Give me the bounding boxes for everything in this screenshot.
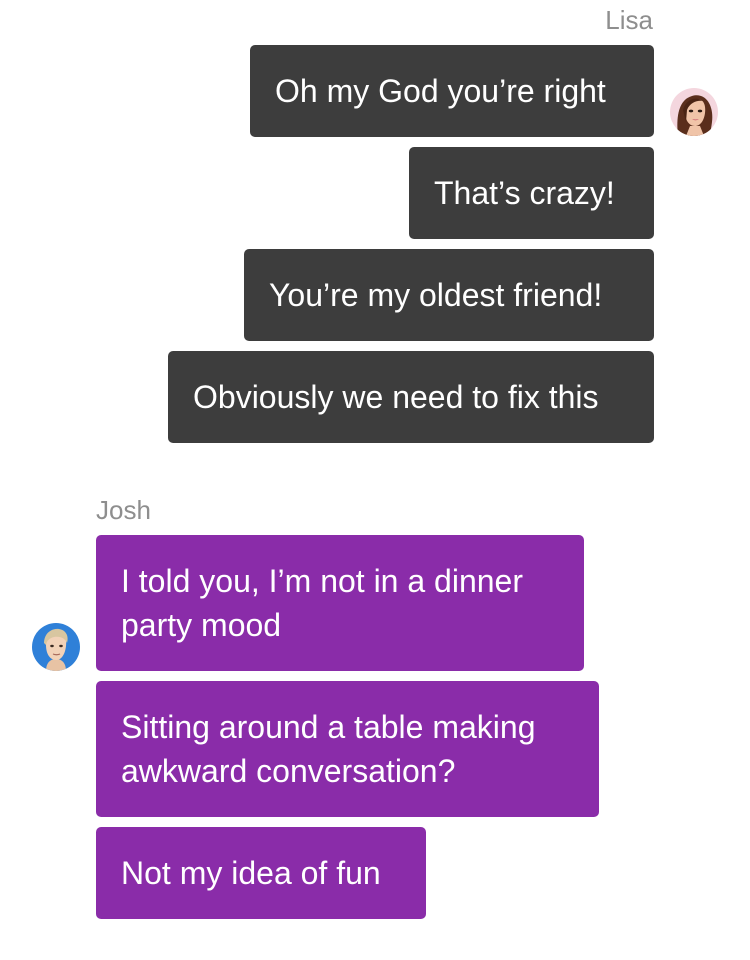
woman-portrait-avatar-icon[interactable] <box>670 88 718 136</box>
message-text: Not my idea of fun <box>121 855 381 891</box>
message-bubble-josh-1[interactable]: I told you, I’m not in a dinner party mo… <box>96 535 584 671</box>
message-text: Obviously we need to fix this <box>193 379 599 415</box>
message-text: That’s crazy! <box>434 175 615 211</box>
message-text: Oh my God you’re right <box>275 73 606 109</box>
sender-name-josh: Josh <box>96 495 151 525</box>
message-bubble-lisa-2[interactable]: That’s crazy! <box>409 147 654 239</box>
message-text: Sitting around a table making awkward co… <box>121 709 536 789</box>
sender-name-lisa: Lisa <box>605 5 653 35</box>
message-bubble-lisa-4[interactable]: Obviously we need to fix this <box>168 351 654 443</box>
message-bubble-josh-3[interactable]: Not my idea of fun <box>96 827 426 919</box>
message-bubble-lisa-3[interactable]: You’re my oldest friend! <box>244 249 654 341</box>
message-bubble-josh-2[interactable]: Sitting around a table making awkward co… <box>96 681 599 817</box>
message-bubble-lisa-1[interactable]: Oh my God you’re right <box>250 45 654 137</box>
man-portrait-avatar-icon[interactable] <box>32 623 80 671</box>
message-text: I told you, I’m not in a dinner party mo… <box>121 563 523 643</box>
message-text: You’re my oldest friend! <box>269 277 603 313</box>
